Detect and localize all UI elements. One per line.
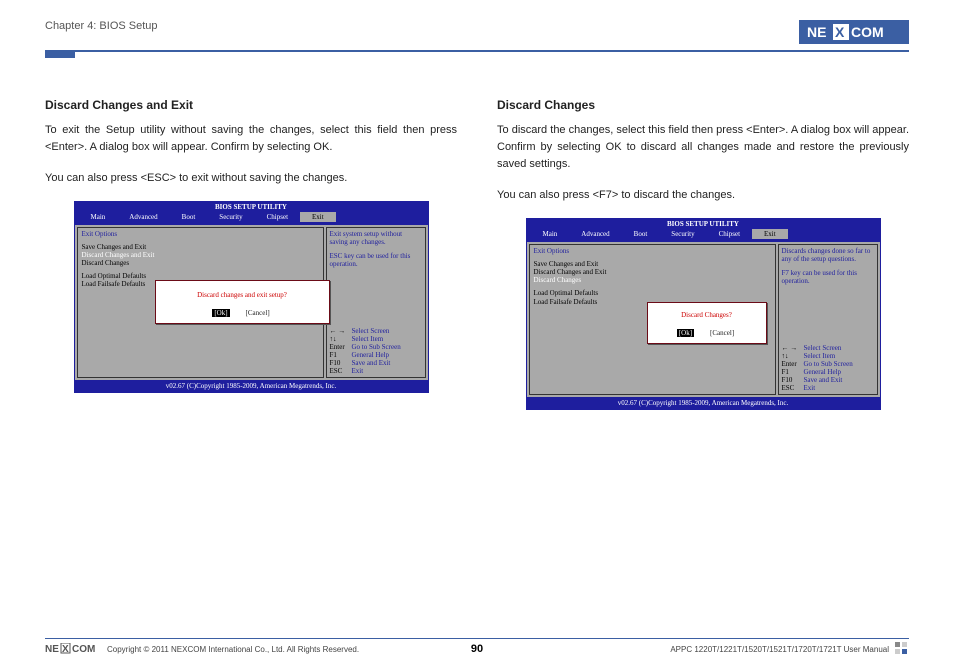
opt-load-optimal[interactable]: Load Optimal Defaults (534, 289, 771, 297)
bios-help-1: Discards changes done so far to any of t… (782, 247, 874, 263)
footer-logo: NE X COM (45, 643, 101, 656)
key-f10: F10 (782, 376, 804, 384)
key-desc: Go to Sub Screen (352, 343, 401, 351)
key-desc: Select Item (804, 352, 836, 360)
bios-tab-exit[interactable]: Exit (300, 212, 336, 222)
header-tick (45, 52, 75, 58)
footer-manual: APPC 1220T/1221T/1520T/1521T/1720T/1721T… (670, 645, 889, 654)
page-number: 90 (471, 643, 483, 655)
section-text-left-2: You can also press <ESC> to exit without… (45, 170, 457, 187)
opt-discard[interactable]: Discard Changes (534, 276, 771, 284)
exit-options-label: Exit Options (534, 247, 771, 255)
logo-nexcom: NE X COM (799, 20, 909, 44)
bios-keys: ← →Select Screen ↑↓Select Item EnterGo t… (330, 327, 422, 375)
bios-keys: ← →Select Screen ↑↓Select Item EnterGo t… (782, 344, 874, 392)
footer-rule (45, 638, 909, 640)
key-f1: F1 (330, 351, 352, 359)
bios-help-1: Exit system setup without saving any cha… (330, 230, 422, 246)
svg-text:COM: COM (851, 24, 884, 40)
bios-footer: v02.67 (C)Copyright 1985-2009, American … (527, 397, 880, 409)
svg-text:X: X (62, 644, 69, 654)
key-desc: Select Screen (804, 344, 842, 352)
section-text-right-1: To discard the changes, select this fiel… (497, 122, 909, 173)
opt-discard-exit[interactable]: Discard Changes and Exit (82, 251, 319, 259)
bios-tab-boot[interactable]: Boot (170, 212, 208, 222)
exit-options-label: Exit Options (82, 230, 319, 238)
section-text-left-1: To exit the Setup utility without saving… (45, 122, 457, 156)
svg-text:NE: NE (807, 24, 826, 40)
bios-footer: v02.67 (C)Copyright 1985-2009, American … (75, 380, 428, 392)
opt-save-exit[interactable]: Save Changes and Exit (82, 243, 319, 251)
bios-help-2: F7 key can be used for this operation. (782, 269, 874, 285)
key-leftarrow: ← → (330, 327, 352, 335)
key-leftarrow: ← → (782, 344, 804, 352)
bios-dialog: Discard changes and exit setup? [Ok] [Ca… (155, 280, 330, 324)
section-heading-left: Discard Changes and Exit (45, 98, 457, 112)
key-desc: Exit (804, 384, 816, 392)
key-desc: Select Item (352, 335, 384, 343)
bios-screenshot-left: BIOS SETUP UTILITY Main Advanced Boot Se… (74, 201, 429, 393)
footer-copyright: Copyright © 2011 NEXCOM International Co… (107, 645, 359, 654)
svg-text:X: X (835, 24, 845, 40)
key-desc: Select Screen (352, 327, 390, 335)
bios-tab-main[interactable]: Main (531, 229, 570, 239)
section-heading-right: Discard Changes (497, 98, 909, 112)
dialog-question: Discard changes and exit setup? (160, 291, 325, 299)
key-updown: ↑↓ (330, 335, 352, 343)
key-f10: F10 (330, 359, 352, 367)
key-desc: Go to Sub Screen (804, 360, 853, 368)
dialog-ok-button[interactable]: [Ok] (677, 329, 694, 337)
bios-tabs: Main Advanced Boot Security Chipset Exit (75, 212, 428, 225)
opt-save-exit[interactable]: Save Changes and Exit (534, 260, 771, 268)
bios-tab-chipset[interactable]: Chipset (707, 229, 752, 239)
bios-dialog: Discard Changes? [Ok] [Cancel] (647, 302, 767, 344)
key-updown: ↑↓ (782, 352, 804, 360)
dialog-cancel-button[interactable]: [Cancel] (708, 329, 736, 337)
key-f1: F1 (782, 368, 804, 376)
bios-tab-main[interactable]: Main (79, 212, 118, 222)
footer-dots-icon (895, 642, 909, 656)
key-esc: ESC (330, 367, 352, 375)
bios-help-2: ESC key can be used for this operation. (330, 252, 422, 268)
svg-text:NE: NE (45, 644, 59, 654)
header-rule (45, 50, 909, 52)
bios-title: BIOS SETUP UTILITY (527, 219, 880, 229)
bios-title: BIOS SETUP UTILITY (75, 202, 428, 212)
key-desc: Exit (352, 367, 364, 375)
dialog-question: Discard Changes? (652, 311, 762, 319)
key-enter: Enter (330, 343, 352, 351)
opt-discard[interactable]: Discard Changes (82, 259, 319, 267)
dialog-ok-button[interactable]: [Ok] (212, 309, 229, 317)
key-desc: Save and Exit (352, 359, 391, 367)
bios-tab-security[interactable]: Security (207, 212, 254, 222)
bios-tab-chipset[interactable]: Chipset (255, 212, 300, 222)
bios-tab-boot[interactable]: Boot (622, 229, 660, 239)
svg-text:COM: COM (72, 644, 95, 654)
key-esc: ESC (782, 384, 804, 392)
key-desc: Save and Exit (804, 376, 843, 384)
bios-tab-advanced[interactable]: Advanced (569, 229, 621, 239)
dialog-cancel-button[interactable]: [Cancel] (244, 309, 272, 317)
key-enter: Enter (782, 360, 804, 368)
bios-tab-exit[interactable]: Exit (752, 229, 788, 239)
key-desc: General Help (804, 368, 842, 376)
opt-discard-exit[interactable]: Discard Changes and Exit (534, 268, 771, 276)
bios-tab-advanced[interactable]: Advanced (117, 212, 169, 222)
bios-screenshot-right: BIOS SETUP UTILITY Main Advanced Boot Se… (526, 218, 881, 410)
bios-tab-security[interactable]: Security (659, 229, 706, 239)
section-text-right-2: You can also press <F7> to discard the c… (497, 187, 909, 204)
bios-tabs: Main Advanced Boot Security Chipset Exit (527, 229, 880, 242)
key-desc: General Help (352, 351, 390, 359)
chapter-label: Chapter 4: BIOS Setup (45, 20, 158, 32)
